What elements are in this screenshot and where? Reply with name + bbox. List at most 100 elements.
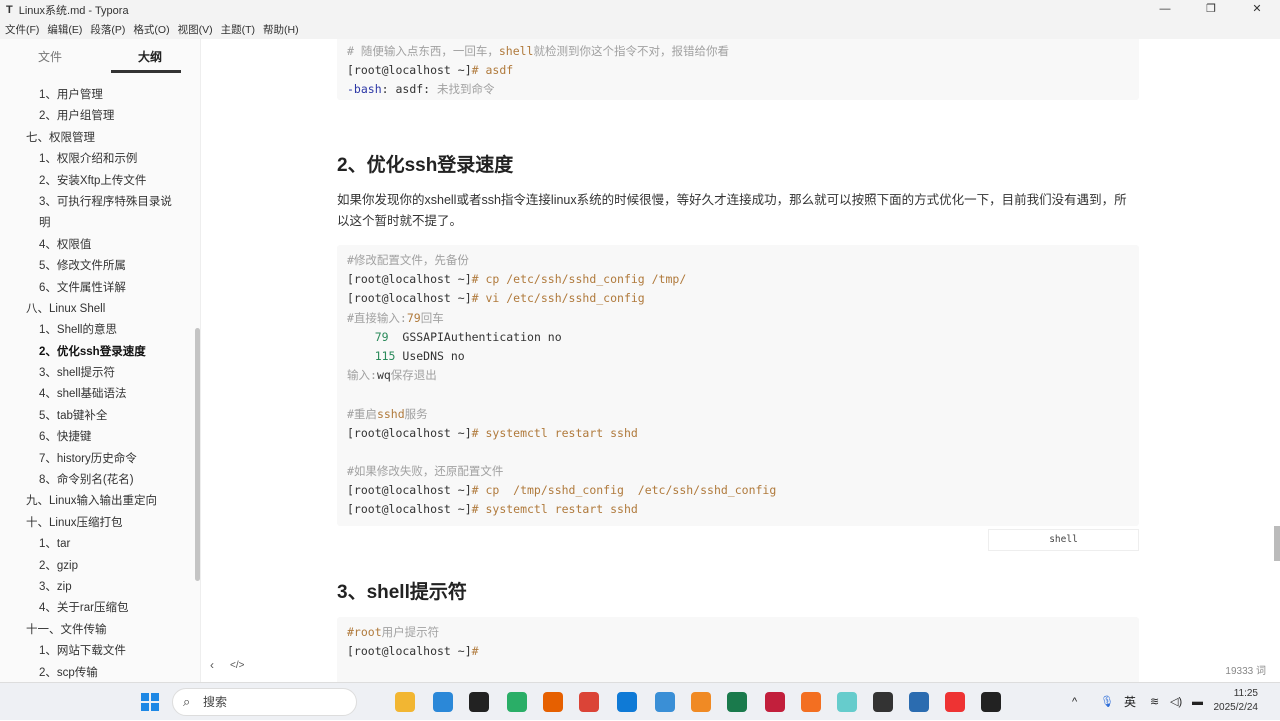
code-line: #重启sshd服务	[347, 405, 1129, 424]
outline-item[interactable]: 6、文件属性详解	[0, 278, 195, 299]
code-token: 79	[347, 329, 389, 344]
code-block[interactable]: #修改配置文件，先备份 [root@localhost ~]# cp /etc/s…	[337, 245, 1139, 526]
outline-item[interactable]: 2、优化ssh登录速度	[0, 342, 195, 363]
menu-item[interactable]: 视图(V)	[178, 22, 213, 37]
code-token: # 随便输入点东西，一回车，	[347, 44, 499, 58]
outline-item[interactable]: 1、tar	[0, 534, 195, 555]
outline-item[interactable]: 4、shell基础语法	[0, 384, 195, 405]
outline-item[interactable]: 2、gzip	[0, 556, 195, 577]
game-icon[interactable]	[837, 692, 857, 712]
outline-item[interactable]: 5、tab键补全	[0, 406, 195, 427]
outline-item[interactable]: 2、安装Xftp上传文件	[0, 171, 195, 192]
tab-files[interactable]: 文件	[0, 39, 100, 75]
ime-indicator[interactable]: 英	[1124, 683, 1136, 721]
code-line: [root@localhost ~]# cp /etc/ssh/sshd_con…	[347, 270, 1129, 289]
code-block[interactable]: # 随便输入点东西，一回车，shell就检测到你这个指令不对，报错给你看 [roo…	[337, 39, 1139, 100]
wifi-icon[interactable]: ≋	[1150, 683, 1159, 721]
time: 11:25	[1233, 688, 1258, 699]
maximize-button[interactable]: ❐	[1188, 0, 1234, 19]
word-count[interactable]: 19333 词	[1225, 662, 1266, 677]
code-block[interactable]: #root用户提示符 [root@localhost ~]#	[337, 617, 1139, 682]
outline-item[interactable]: 九、Linux输入输出重定向	[0, 491, 195, 512]
code-token: #如果修改失败，还原配置文件	[347, 464, 504, 479]
code-token: 输入:	[347, 368, 377, 383]
editor[interactable]: # 随便输入点东西，一回车，shell就检测到你这个指令不对，报错给你看 [roo…	[201, 39, 1280, 682]
menu-item[interactable]: 帮助(H)	[263, 22, 299, 37]
mail-icon[interactable]	[945, 692, 965, 712]
qq-icon[interactable]	[469, 692, 489, 712]
code-token: 回车	[420, 310, 444, 325]
outline-item[interactable]: 明	[0, 213, 195, 234]
code-language-field[interactable]: shell	[988, 529, 1139, 551]
outline-item[interactable]: 1、Shell的意思	[0, 320, 195, 341]
minimize-button[interactable]: —	[1142, 0, 1188, 19]
menu-item[interactable]: 格式(O)	[133, 22, 169, 37]
paragraph: 如果你发现你的xshell或者ssh指令连接linux系统的时候很慢，等好久才连…	[337, 193, 1127, 228]
menu-item[interactable]: 段落(P)	[90, 22, 125, 37]
sidebar-scrollbar[interactable]	[195, 328, 200, 581]
outline-item[interactable]: 3、zip	[0, 577, 195, 598]
code-token: # vi /etc/ssh/sshd_config	[471, 291, 645, 306]
terminal-icon[interactable]	[727, 692, 747, 712]
tab-outline[interactable]: 大纲	[100, 39, 200, 75]
code-token: #直接输入:	[347, 310, 407, 325]
code-line: [root@localhost ~]# vi /etc/ssh/sshd_con…	[347, 289, 1129, 308]
menu-item[interactable]: 文件(F)	[5, 22, 39, 37]
file-explorer-icon[interactable]	[395, 692, 415, 712]
store-icon[interactable]	[433, 692, 453, 712]
outline-item[interactable]: 3、可执行程序特殊目录说	[0, 192, 195, 213]
outline-item[interactable]: 6、快捷键	[0, 427, 195, 448]
code-token: : asdf:	[381, 82, 438, 97]
code-token: sshd	[376, 406, 405, 421]
clock[interactable]: 11:25 2025/2/24	[1214, 687, 1259, 715]
menu-item[interactable]: 编辑(E)	[47, 22, 82, 37]
outline-item[interactable]: 2、scp传输	[0, 663, 195, 684]
outline-item[interactable]: 八、Linux Shell	[0, 299, 195, 320]
code-token: # asdf	[471, 63, 514, 78]
close-button[interactable]: ✕	[1234, 0, 1280, 19]
pen-icon[interactable]	[801, 692, 821, 712]
outline-item[interactable]: 8、命令别名(花名)	[0, 470, 195, 491]
code-line: 115 UseDNS no	[347, 347, 1129, 366]
editor-scrollbar[interactable]	[1274, 526, 1280, 561]
outline-item[interactable]: 1、权限介绍和示例	[0, 149, 195, 170]
outline-item[interactable]: 十、Linux压缩打包	[0, 513, 195, 534]
menu-item[interactable]: 主题(T)	[221, 22, 255, 37]
wechat-icon[interactable]	[507, 692, 527, 712]
windows-start-icon[interactable]	[140, 692, 160, 712]
chevron-up-icon[interactable]: ^	[1072, 683, 1077, 721]
search-icon: ⌕	[183, 694, 191, 709]
outline-item[interactable]: 1、用户管理	[0, 85, 195, 106]
outline-item[interactable]: 七、权限管理	[0, 128, 195, 149]
outline-list: 1、用户管理 2、用户组管理 七、权限管理 1、权限介绍和示例 2、安装Xftp上传文件…	[0, 85, 195, 684]
outline-item[interactable]: 4、权限值	[0, 235, 195, 256]
typora-logo-icon: T	[6, 3, 13, 16]
app-icon[interactable]	[691, 692, 711, 712]
vmware-icon[interactable]	[909, 692, 929, 712]
code-token: 保存退出	[390, 368, 437, 383]
edge-icon[interactable]	[617, 692, 637, 712]
outline-item[interactable]: 7、history历史命令	[0, 449, 195, 470]
battery-icon[interactable]: ▬	[1192, 683, 1203, 721]
microphone-icon[interactable]: 🎙	[1100, 683, 1114, 721]
code-token: 115	[347, 348, 396, 363]
outline-item[interactable]: 4、关于rar压缩包	[0, 598, 195, 619]
outline-item[interactable]: 5、修改文件所属	[0, 256, 195, 277]
title-bar: T Linux系统.md - Typora — ❐ ✕	[0, 0, 1280, 19]
volume-icon[interactable]: ◁)	[1170, 683, 1182, 721]
outline-item[interactable]: 2、用户组管理	[0, 106, 195, 127]
unity-icon[interactable]	[873, 692, 893, 712]
chrome-icon[interactable]	[579, 692, 599, 712]
code-token: 服务	[404, 406, 428, 421]
jetbrains-icon[interactable]	[765, 692, 785, 712]
outline-item[interactable]: 十一、文件传输	[0, 620, 195, 641]
outline-item[interactable]: 3、shell提示符	[0, 363, 195, 384]
sync-icon[interactable]	[655, 692, 675, 712]
outline-item[interactable]: 1、网站下载文件	[0, 641, 195, 662]
firefox-icon[interactable]	[543, 692, 563, 712]
taskbar-search[interactable]: ⌕ 搜索	[172, 688, 357, 716]
code-token: [root@localhost ~]	[347, 291, 472, 306]
typora-icon[interactable]	[981, 692, 1001, 712]
menu-bar: 文件(F) 编辑(E) 段落(P) 格式(O) 视图(V) 主题(T) 帮助(H)	[0, 19, 1280, 39]
